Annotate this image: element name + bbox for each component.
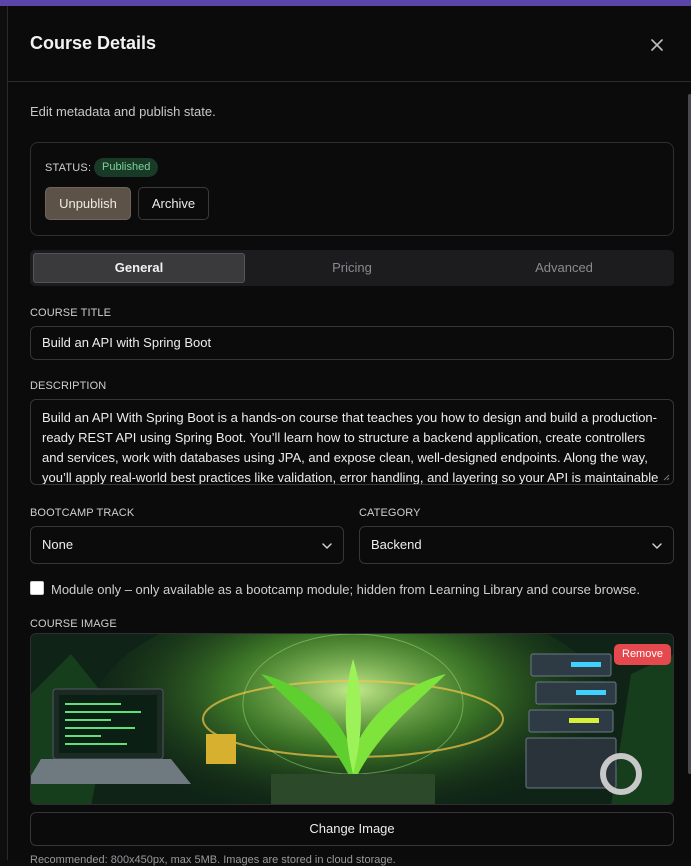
course-details-panel: Course Details Edit metadata and publish… xyxy=(7,6,691,866)
tab-advanced[interactable]: Advanced xyxy=(458,253,670,283)
panel-header: Course Details xyxy=(8,6,691,82)
close-icon[interactable] xyxy=(644,32,670,58)
status-label: STATUS: xyxy=(45,162,92,174)
module-only-label: Module only – only available as a bootca… xyxy=(51,582,640,597)
course-title-input[interactable]: Build an API with Spring Boot xyxy=(30,326,674,360)
chevron-down-icon xyxy=(322,543,332,549)
chevron-down-icon xyxy=(652,543,662,549)
change-image-button[interactable]: Change Image xyxy=(30,812,674,846)
category-value: Backend xyxy=(371,537,422,552)
page-title: Course Details xyxy=(30,33,157,53)
remove-image-button[interactable]: Remove xyxy=(614,644,671,665)
status-badge: Published xyxy=(94,158,159,177)
archive-button[interactable]: Archive xyxy=(138,187,209,220)
tab-bar: General Pricing Advanced xyxy=(30,250,674,286)
description-textarea[interactable]: Build an API With Spring Boot is a hands… xyxy=(30,399,674,485)
course-title-label: COURSE TITLE xyxy=(30,307,112,319)
description-text: Build an API With Spring Boot is a hands… xyxy=(42,410,659,485)
category-label: CATEGORY xyxy=(359,507,421,519)
category-select[interactable]: Backend xyxy=(359,526,674,564)
course-image-label: COURSE IMAGE xyxy=(30,618,117,630)
description-label: DESCRIPTION xyxy=(30,380,107,392)
bootcamp-track-value: None xyxy=(42,537,74,552)
subtitle: Edit metadata and publish state. xyxy=(30,104,216,119)
unpublish-button[interactable]: Unpublish xyxy=(45,187,131,220)
tab-general[interactable]: General xyxy=(33,253,245,283)
tab-pricing[interactable]: Pricing xyxy=(246,253,458,283)
course-image-preview: Remove xyxy=(30,633,674,805)
bootcamp-track-label: BOOTCAMP TRACK xyxy=(30,507,135,519)
resize-grip-icon[interactable] xyxy=(662,473,670,481)
module-only-checkbox[interactable] xyxy=(30,581,44,595)
status-card: STATUS: Published Unpublish Archive xyxy=(30,142,674,236)
bootcamp-track-select[interactable]: None xyxy=(30,526,344,564)
image-hint: Recommended: 800x450px, max 5MB. Images … xyxy=(30,854,396,866)
course-image-illustration xyxy=(31,634,673,804)
